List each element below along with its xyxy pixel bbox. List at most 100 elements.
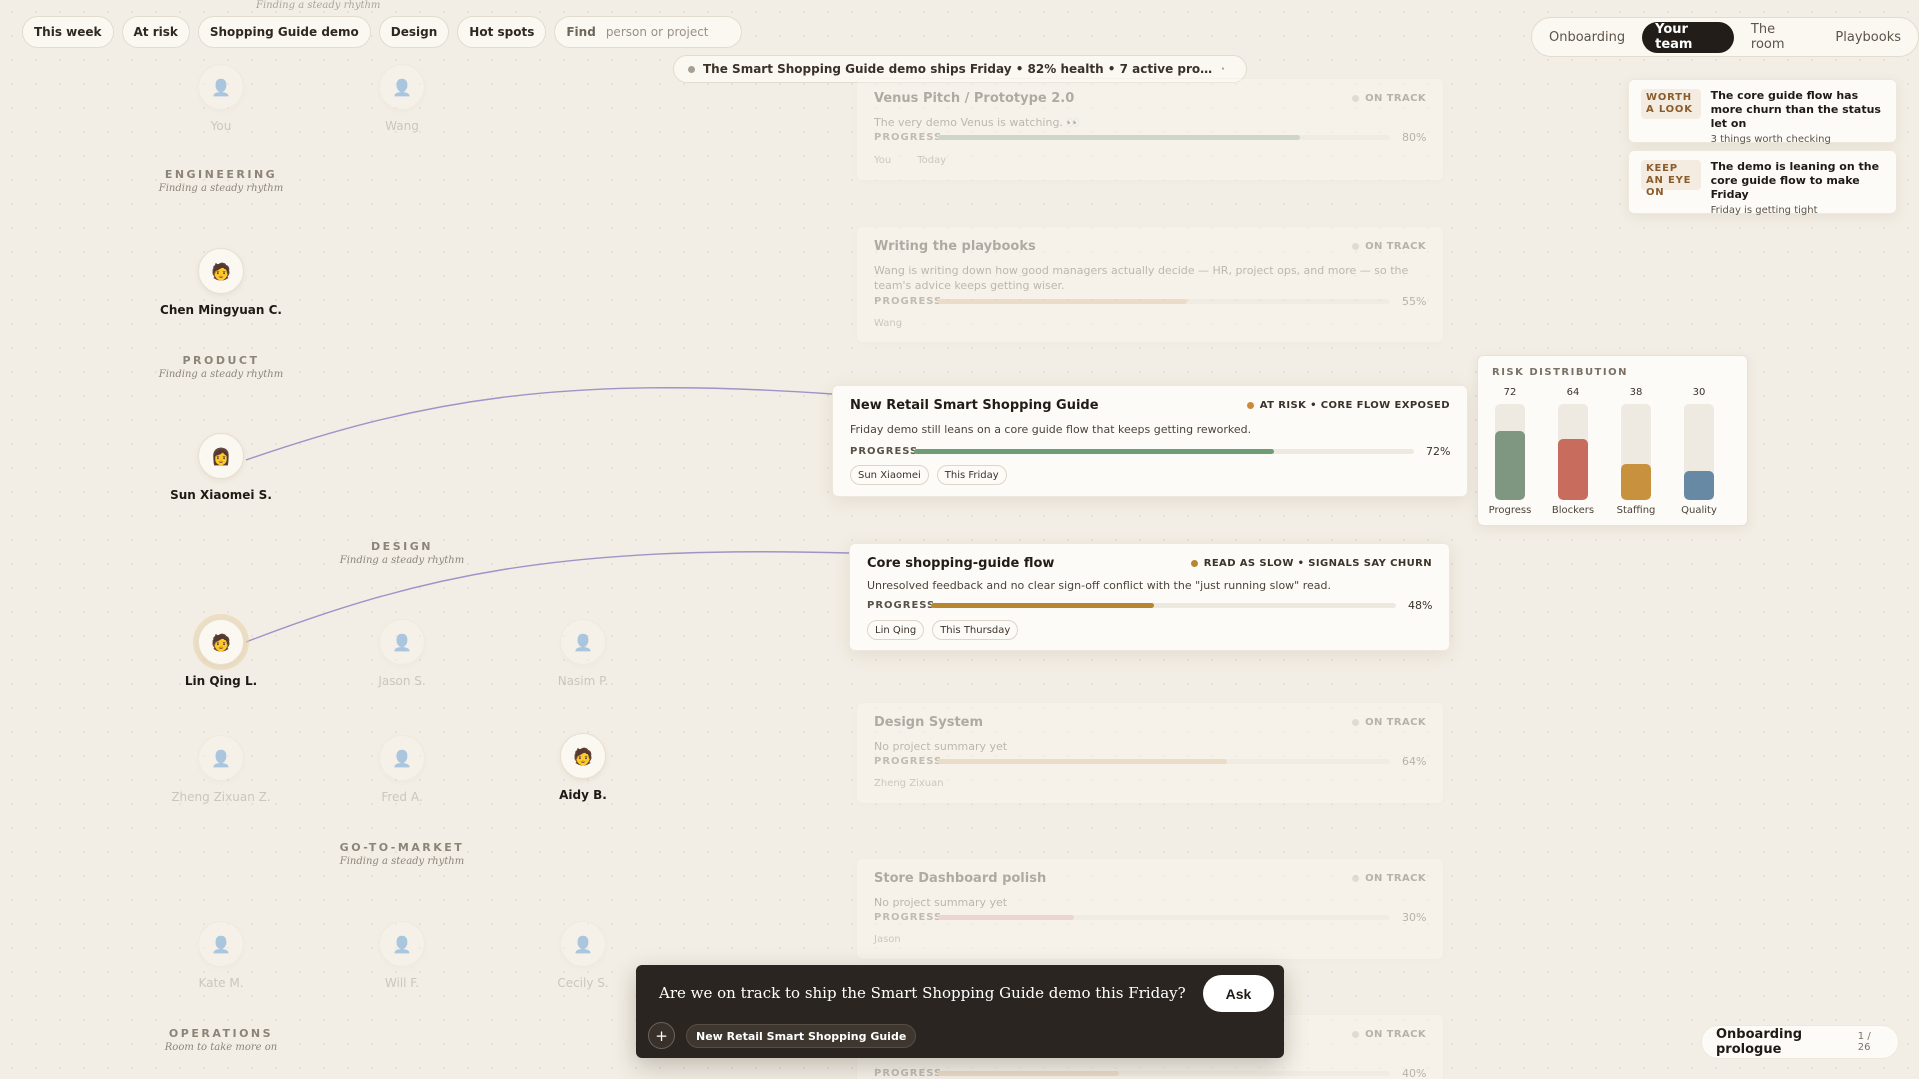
risk-bar-fill xyxy=(1621,463,1651,500)
owner-tag[interactable]: Lin Qing xyxy=(867,620,925,640)
link-sun-xiaomei-to-smart-guide xyxy=(245,387,833,461)
progress-fill xyxy=(938,1071,1119,1076)
project-card-core-flow[interactable]: Core shopping-guide flow READ AS SLOW • … xyxy=(849,543,1450,651)
ask-question[interactable]: Are we on track to ship the Smart Shoppi… xyxy=(659,984,1186,1002)
nav-playbooks[interactable]: Playbooks xyxy=(1822,22,1914,53)
progress-row: PROGRESS 48% xyxy=(867,599,1433,612)
project-card-store-dashboard[interactable]: Store Dashboard polish ON TRACK No proje… xyxy=(856,858,1444,960)
nav-onboarding[interactable]: Onboarding xyxy=(1536,22,1638,53)
progress-fill xyxy=(938,135,1300,140)
risk-bar-fill xyxy=(1558,438,1588,500)
top-section-caption: Finding a steady rhythm xyxy=(256,0,381,11)
progress-fill xyxy=(938,915,1074,920)
progress-fill xyxy=(938,299,1187,304)
context-chip[interactable]: New Retail Smart Shopping Guide xyxy=(686,1024,917,1048)
onboarding-prologue[interactable]: Onboarding prologue 1 / 26 xyxy=(1701,1025,1899,1059)
person-sun-xiaomei[interactable]: 👩 Sun Xiaomei S. xyxy=(151,433,291,502)
insight-badge: WORTH A LOOK xyxy=(1641,89,1701,119)
person-icon: 👤 xyxy=(379,921,425,967)
progress-fill xyxy=(931,603,1155,608)
person-zheng-zixuan[interactable]: 👤 Zheng Zixuan Z. xyxy=(151,735,291,804)
progress-row: PROGRESS 40% xyxy=(874,1067,1427,1079)
project-card-design-system[interactable]: Design System ON TRACK No project summar… xyxy=(856,702,1444,804)
status-dot-icon xyxy=(1352,719,1360,726)
owner-tag[interactable]: Sun Xiaomei xyxy=(850,465,929,485)
person-icon: 👤 xyxy=(198,921,244,967)
progress-row: PROGRESS 64% xyxy=(874,755,1427,768)
filter-hot-spots[interactable]: Hot spots xyxy=(457,16,547,48)
person-nasim[interactable]: 👤 Nasim P. xyxy=(513,619,653,688)
nav-the-room[interactable]: The room xyxy=(1738,22,1819,53)
status-dot-icon xyxy=(1352,243,1360,250)
filter-design[interactable]: Design xyxy=(378,16,450,48)
risk-distribution-panel: RISK DISTRIBUTION 72 Progress 64 Blocker… xyxy=(1477,355,1748,526)
top-nav: Onboarding Your team The room Playbooks xyxy=(1531,17,1919,57)
risk-bar-blockers: 64 Blockers xyxy=(1551,387,1595,516)
due-tag[interactable]: This Thursday xyxy=(932,620,1019,640)
ask-button[interactable]: Ask xyxy=(1203,975,1274,1012)
person-icon: 🧑 xyxy=(198,619,244,665)
person-aidy[interactable]: 🧑 Aidy B. xyxy=(513,733,653,802)
search-input[interactable] xyxy=(605,25,736,39)
insight-worth-a-look[interactable]: WORTH A LOOK The core guide flow has mor… xyxy=(1628,79,1897,145)
chevron-down-icon: · xyxy=(1221,63,1225,75)
project-card-writing-playbooks[interactable]: Writing the playbooks ON TRACK Wang is w… xyxy=(856,226,1444,343)
filter-this-week[interactable]: This week xyxy=(22,16,114,48)
status-dot-icon xyxy=(688,65,695,73)
project-card-smart-shopping-guide[interactable]: New Retail Smart Shopping Guide AT RISK … xyxy=(832,385,1468,497)
person-fred[interactable]: 👤 Fred A. xyxy=(332,735,472,804)
person-icon: 🧑 xyxy=(198,248,244,294)
section-engineering: ENGINEERING Finding a steady rhythm xyxy=(158,168,284,194)
person-icon: 🧑 xyxy=(560,733,606,779)
risk-bar-quality: 30 Quality xyxy=(1681,387,1717,516)
progress-fill xyxy=(914,449,1274,454)
person-icon: 👤 xyxy=(560,619,606,665)
person-kate[interactable]: 👤 Kate M. xyxy=(151,921,291,990)
progress-row: PROGRESS 30% xyxy=(874,911,1427,924)
insight-sub: 3 things worth checking xyxy=(1710,134,1831,145)
person-you[interactable]: 👤 You xyxy=(151,64,291,133)
search-label: Find xyxy=(566,25,596,39)
person-will[interactable]: 👤 Will F. xyxy=(332,921,472,990)
progress-row: PROGRESS 72% xyxy=(850,445,1451,458)
person-icon: 👤 xyxy=(379,735,425,781)
section-design: DESIGN Finding a steady rhythm xyxy=(339,540,465,566)
search-box: Find xyxy=(554,16,743,48)
filter-bar: This week At risk Shopping Guide demo De… xyxy=(22,16,743,48)
plus-icon[interactable]: + xyxy=(648,1022,675,1049)
person-icon: 👤 xyxy=(379,619,425,665)
person-chen-mingyuan[interactable]: 🧑 Chen Mingyuan C. xyxy=(151,248,291,317)
due-tag[interactable]: This Friday xyxy=(936,465,1007,485)
person-icon: 👤 xyxy=(379,64,425,110)
person-jason[interactable]: 👤 Jason S. xyxy=(332,619,472,688)
nav-your-team[interactable]: Your team xyxy=(1642,21,1734,53)
project-card-venus-pitch[interactable]: Venus Pitch / Prototype 2.0 ON TRACK The… xyxy=(856,78,1444,181)
section-go-to-market: GO-TO-MARKET Finding a steady rhythm xyxy=(339,841,465,867)
insight-keep-an-eye-on[interactable]: KEEP AN EYE ON The demo is leaning on th… xyxy=(1628,150,1897,216)
progress-row: PROGRESS 80% xyxy=(874,131,1427,144)
person-lin-qing[interactable]: 🧑 Lin Qing L. xyxy=(151,619,291,688)
filter-at-risk[interactable]: At risk xyxy=(121,16,190,48)
insight-sub: Friday is getting tight xyxy=(1710,205,1818,216)
status-dot-icon xyxy=(1352,95,1360,102)
prologue-counter: 1 / 26 xyxy=(1857,1031,1871,1053)
ask-panel: Are we on track to ship the Smart Shoppi… xyxy=(636,965,1284,1058)
section-operations: OPERATIONS Room to take more on xyxy=(164,1027,278,1053)
risk-bar-staffing: 38 Staffing xyxy=(1616,387,1656,516)
person-icon: 👩 xyxy=(198,433,244,479)
insight-text: The demo is leaning on the core guide fl… xyxy=(1710,160,1880,201)
status-text: The Smart Shopping Guide demo ships Frid… xyxy=(703,62,1213,76)
status-dot-icon xyxy=(1352,875,1360,882)
person-icon: 👤 xyxy=(198,735,244,781)
status-dot-icon xyxy=(1352,1031,1360,1038)
insight-text: The core guide flow has more churn than … xyxy=(1710,89,1881,130)
progress-row: PROGRESS 55% xyxy=(874,295,1427,308)
progress-fill xyxy=(938,759,1228,764)
person-cecily[interactable]: 👤 Cecily S. xyxy=(513,921,653,990)
person-wang[interactable]: 👤 Wang xyxy=(332,64,472,133)
risk-dot-icon xyxy=(1246,402,1254,409)
filter-shopping-guide-demo[interactable]: Shopping Guide demo xyxy=(197,16,371,48)
insight-badge: KEEP AN EYE ON xyxy=(1641,160,1701,198)
risk-bar-fill xyxy=(1495,430,1525,500)
person-icon: 👤 xyxy=(560,921,606,967)
